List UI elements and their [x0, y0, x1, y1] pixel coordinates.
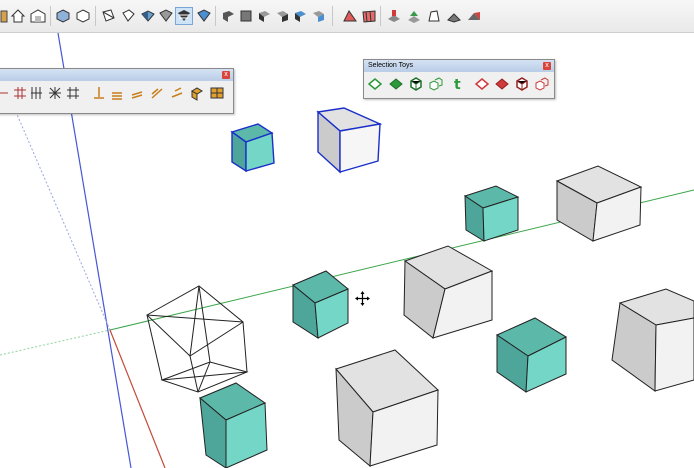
sandbox-detail-icon[interactable] [426, 8, 442, 24]
close-icon[interactable]: x [543, 62, 551, 70]
component-icon[interactable] [408, 76, 424, 92]
sandbox-terrain-icon[interactable] [466, 8, 482, 24]
view-back-icon[interactable] [292, 8, 308, 24]
gray-cube[interactable] [611, 288, 694, 392]
diamond-filled-red-icon[interactable] [494, 76, 510, 92]
group-icon[interactable] [428, 76, 444, 92]
align-stack-icon[interactable] [109, 85, 125, 101]
diamond-filled-icon[interactable] [388, 76, 404, 92]
slope-lines-icon[interactable] [149, 85, 165, 101]
style-textures-icon[interactable] [140, 8, 156, 24]
view-top-icon[interactable] [238, 8, 254, 24]
component-red-icon[interactable] [514, 76, 530, 92]
move-cursor-icon [355, 291, 370, 306]
star-lines-icon[interactable] [47, 85, 63, 101]
group-red-icon[interactable] [534, 76, 550, 92]
selection-toys-title-bar[interactable]: Selection Toys x [364, 60, 554, 72]
main-toolbar [0, 0, 694, 33]
warehouse-icon[interactable] [30, 8, 46, 24]
tools-palette: x [0, 68, 234, 114]
box-split-icon[interactable] [209, 85, 225, 101]
teal-cube[interactable] [495, 317, 568, 393]
sandbox-flip-icon[interactable] [446, 8, 462, 24]
sandbox-smoove-icon[interactable] [342, 8, 358, 24]
view-iso-icon[interactable] [220, 8, 236, 24]
teal-cube[interactable] [292, 270, 349, 339]
diamond-outline-red-icon[interactable] [474, 76, 490, 92]
svg-text:t: t [454, 77, 461, 92]
sandbox-stamp-icon[interactable] [386, 8, 402, 24]
dimension-icon[interactable] [0, 85, 12, 101]
home-icon[interactable] [10, 8, 26, 24]
gray-cube[interactable] [555, 165, 643, 242]
style-shaded-icon[interactable] [120, 8, 136, 24]
sandbox-grid-icon[interactable] [361, 8, 377, 24]
offset-lines-icon[interactable] [129, 85, 145, 101]
style-wireframe-icon[interactable] [75, 8, 91, 24]
red-axis [109, 329, 166, 468]
box-orange-icon[interactable] [189, 85, 205, 101]
selected-gray-cube[interactable] [316, 107, 383, 174]
style-color-icon[interactable] [196, 8, 212, 24]
text-icon[interactable]: t [450, 76, 466, 93]
gray-cube[interactable] [403, 245, 494, 339]
tools-palette-title-bar[interactable]: x [0, 69, 233, 81]
vertical-lines-icon[interactable] [29, 85, 45, 101]
style-xray-icon[interactable] [55, 8, 71, 24]
green-axis-dashed [0, 329, 111, 356]
teal-cube[interactable] [199, 382, 268, 468]
hash-lines-icon[interactable] [65, 85, 81, 101]
gray-cube[interactable] [335, 349, 439, 468]
teal-cube[interactable] [463, 185, 520, 242]
guide-line-icon[interactable] [91, 85, 107, 101]
view-right-icon[interactable] [274, 8, 290, 24]
wireframe-cube[interactable] [146, 285, 249, 393]
style-hidden-line-icon[interactable] [100, 8, 116, 24]
style-monochrome-icon[interactable] [158, 8, 174, 24]
sandbox-drape-icon[interactable] [406, 8, 422, 24]
diamond-outline-icon[interactable] [367, 76, 383, 92]
rotate-lines-icon[interactable] [169, 85, 185, 101]
grid-lines-icon[interactable] [12, 85, 28, 101]
selected-teal-cube[interactable] [230, 123, 275, 173]
selection-toys-palette: Selection Toys x t [363, 59, 555, 99]
style-active-icon[interactable] [175, 7, 193, 25]
view-front-icon[interactable] [256, 8, 272, 24]
view-left-icon[interactable] [310, 8, 326, 24]
close-icon[interactable]: x [222, 71, 230, 79]
selection-toys-title: Selection Toys [368, 62, 414, 69]
